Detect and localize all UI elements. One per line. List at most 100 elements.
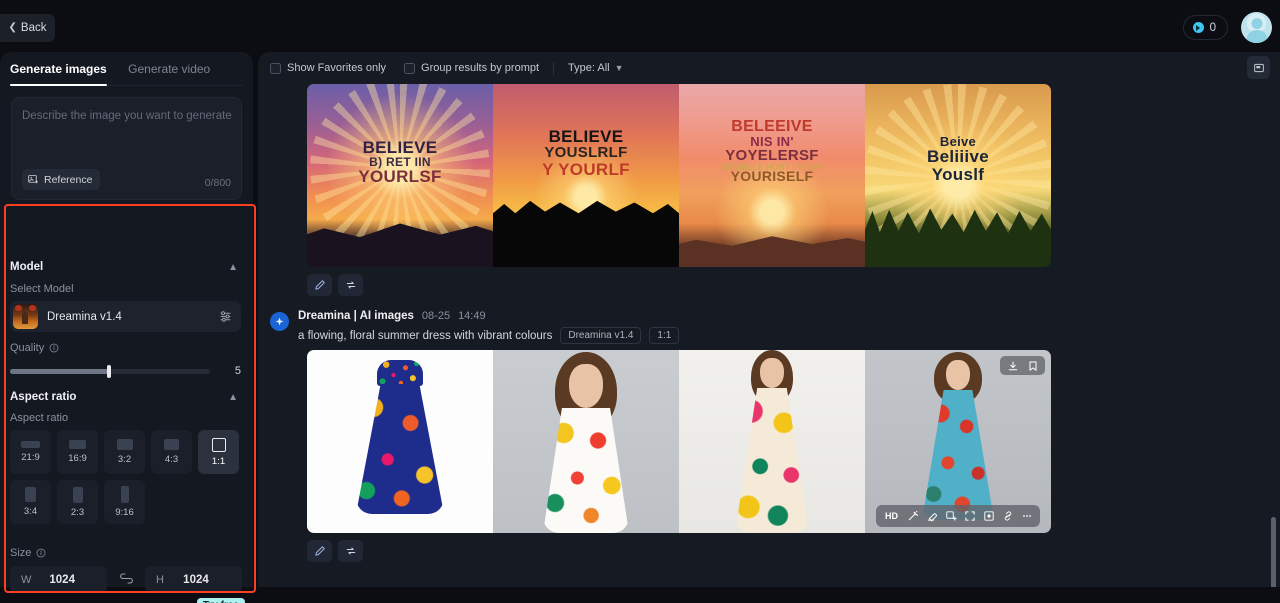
model-thumbnail — [13, 304, 38, 329]
aspect-section-header[interactable]: Aspect ratio ▲ — [10, 388, 238, 406]
aspect-ratio-1-1[interactable]: 1:1 — [198, 430, 239, 474]
poster-line: Beliiive — [927, 147, 989, 167]
aspect-ratio-3-4[interactable]: 3:4 — [10, 480, 51, 524]
tab-generate-video[interactable]: Generate video — [128, 52, 210, 85]
aspect-ratio-row-1: 21:9 16:9 3:2 4:3 1:1 — [10, 430, 245, 474]
link-chain-icon — [1004, 511, 1011, 521]
checkbox-icon — [404, 62, 416, 74]
model-badge: Dreamina v1.4 — [560, 327, 642, 344]
link-button[interactable] — [999, 508, 1016, 525]
height-value: 1024 — [183, 573, 209, 586]
edit-button[interactable] — [307, 274, 332, 296]
download-icon — [1008, 360, 1017, 370]
magic-wand-icon — [908, 510, 918, 521]
hd-button[interactable]: HD — [881, 511, 902, 521]
eraser-button[interactable] — [923, 508, 940, 525]
app-name: Dreamina | AI images — [298, 310, 414, 322]
poster-line: YOURISELF — [730, 167, 814, 184]
coin-icon — [1192, 22, 1204, 33]
credits-badge[interactable]: 0 — [1182, 15, 1228, 40]
app-root: ❮ Back 0 Generate images Generate video … — [0, 0, 1280, 603]
metadata-line-secondary: a flowing, floral summer dress with vibr… — [298, 327, 680, 344]
group-by-prompt-checkbox[interactable]: Group results by prompt — [404, 62, 539, 74]
result-image-4[interactable]: Beive Beliiive Youslf — [865, 84, 1051, 267]
export-icon — [1253, 63, 1264, 72]
aspect-ratio-row-2: 3:4 2:3 9:16 — [10, 480, 245, 524]
height-field[interactable]: H 1024 — [145, 566, 242, 593]
top-bar: ❮ Back 0 — [0, 0, 1280, 52]
bookmark-button[interactable] — [1024, 357, 1041, 374]
aspect-ratio-2-3[interactable]: 2:3 — [57, 480, 98, 524]
type-filter-label: Type: All — [568, 62, 610, 74]
inpaint-button[interactable] — [980, 508, 997, 525]
result-image-1[interactable]: BELIEVE B) RET IIN YOURLSF — [307, 84, 493, 267]
aspect-ratio-9-16[interactable]: 9:16 — [104, 480, 145, 524]
aspect-ratio-21-9[interactable]: 21:9 — [10, 430, 51, 474]
retouch-button[interactable] — [904, 508, 921, 525]
quality-slider-handle[interactable] — [107, 364, 111, 378]
aspect-ratio-4-3[interactable]: 4:3 — [151, 430, 192, 474]
regenerate-button[interactable] — [338, 274, 363, 296]
width-value: 1024 — [49, 573, 75, 586]
info-icon[interactable] — [49, 343, 59, 353]
show-favorites-label: Show Favorites only — [287, 62, 387, 74]
result-image-3[interactable]: BELEEIVE NIS IN' YOYELERSF BEVIELLE HORT… — [679, 84, 865, 267]
result-image-1[interactable] — [307, 350, 493, 533]
poster-line: YOUSLRLF — [544, 144, 628, 162]
aspect-ratio-label: 16:9 — [68, 453, 87, 464]
reference-image-icon — [28, 174, 38, 184]
info-icon[interactable] — [36, 548, 46, 558]
result-image-4[interactable]: HD — [865, 350, 1051, 533]
sliders-icon[interactable] — [219, 310, 232, 323]
download-button[interactable] — [1004, 357, 1021, 374]
result-metadata-body: Dreamina | AI images 08-25 14:49 a flowi… — [298, 310, 680, 344]
model-selector[interactable]: Dreamina v1.4 — [10, 301, 241, 332]
result-image-2[interactable] — [493, 350, 679, 533]
bookmark-icon — [1029, 360, 1036, 371]
export-button[interactable] — [1247, 56, 1270, 79]
expand-frame-icon — [945, 511, 957, 521]
checkbox-icon — [270, 62, 281, 74]
model-section-header[interactable]: Model ▲ — [10, 258, 238, 276]
result-metadata: Dreamina | AI images 08-25 14:49 a flowi… — [270, 310, 1280, 344]
chevron-up-icon[interactable]: ▲ — [228, 392, 238, 403]
link-icon[interactable] — [107, 571, 145, 589]
regenerate-icon — [346, 547, 355, 555]
quality-slider-track[interactable] — [10, 364, 210, 378]
aspect-ratio-3-2[interactable]: 3:2 — [104, 430, 145, 474]
aspect-ratio-grid: 21:9 16:9 3:2 4:3 1:1 3:4 2:3 9:16 — [10, 430, 245, 530]
eraser-icon — [927, 513, 937, 522]
crop-button[interactable] — [961, 508, 978, 525]
result-image-2[interactable]: BELIEVE YOUSLRLF Y YOURLF — [493, 84, 679, 267]
crop-icon — [964, 511, 975, 521]
vertical-scrollbar[interactable] — [1271, 517, 1276, 587]
tab-generate-images[interactable]: Generate images — [10, 52, 107, 86]
sidebar-tabs: Generate images Generate video — [10, 52, 243, 86]
quality-label-row: Quality — [10, 342, 59, 354]
type-filter-dropdown[interactable]: Type: All ▼ — [568, 62, 624, 74]
poster-line: Y YOURLF — [542, 159, 630, 179]
reference-button[interactable]: Reference — [22, 169, 101, 190]
edit-button[interactable] — [307, 540, 332, 562]
back-button[interactable]: ❮ Back — [0, 14, 55, 42]
dress-body — [922, 390, 994, 520]
poster-line: Youslf — [931, 164, 985, 184]
chevron-up-icon[interactable]: ▲ — [228, 262, 238, 273]
regenerate-button[interactable] — [338, 540, 363, 562]
expand-button[interactable] — [942, 508, 959, 525]
poster-text: BELIEVE YOUSLRLF Y YOURLF — [493, 128, 679, 178]
width-field[interactable]: W 1024 — [10, 566, 107, 593]
show-favorites-checkbox[interactable]: Show Favorites only — [270, 62, 386, 74]
toolbar-divider — [553, 61, 555, 75]
aspect-ratio-16-9[interactable]: 16:9 — [57, 430, 98, 474]
credits-value: 0 — [1209, 21, 1216, 34]
more-button[interactable] — [1018, 508, 1035, 525]
avatar[interactable] — [1241, 12, 1272, 43]
result-image-3[interactable] — [679, 350, 865, 533]
image-overlay-top — [1000, 356, 1045, 375]
reference-button-label: Reference — [44, 173, 93, 186]
prompt-placeholder: Describe the image you want to generate — [22, 110, 232, 122]
prompt-input-box[interactable]: Describe the image you want to generate … — [11, 97, 242, 200]
quality-slider[interactable]: 5 — [10, 364, 241, 378]
image-strip: HD — [307, 350, 1280, 533]
